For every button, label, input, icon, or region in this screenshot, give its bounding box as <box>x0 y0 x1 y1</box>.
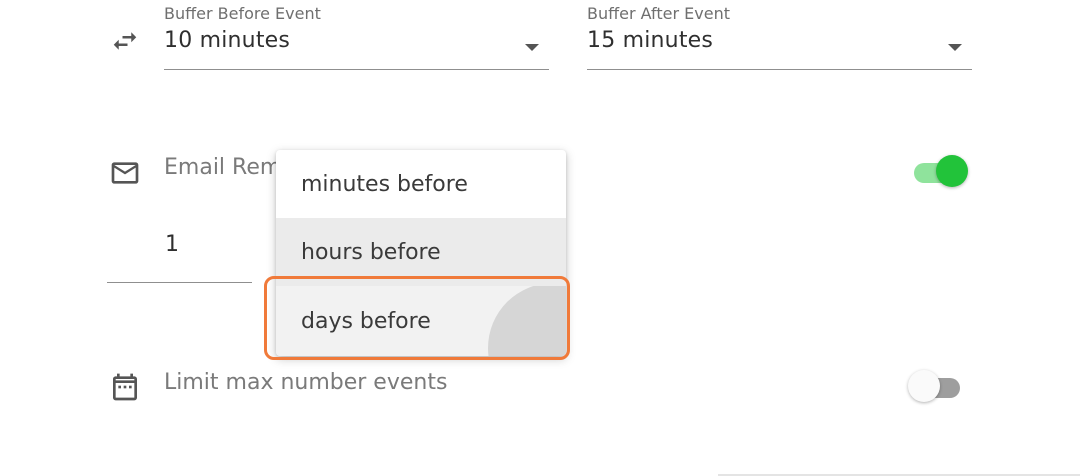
toggle-thumb[interactable] <box>936 155 968 187</box>
mail-icon <box>108 156 142 190</box>
click-ripple <box>488 286 566 356</box>
reminder-amount-value: 1 <box>165 232 179 257</box>
buffer-before-label: Buffer Before Event <box>164 4 321 23</box>
buffer-after-select[interactable]: Buffer After Event 15 minutes <box>587 0 972 72</box>
limit-events-toggle[interactable] <box>906 368 964 404</box>
reminder-amount-field[interactable]: 1 <box>107 222 252 284</box>
toggle-thumb[interactable] <box>908 370 940 402</box>
field-underline <box>587 69 972 70</box>
menu-item-label: days before <box>301 308 431 334</box>
email-reminder-toggle[interactable] <box>910 153 968 189</box>
calendar-icon <box>108 370 142 404</box>
buffer-after-label: Buffer After Event <box>587 4 730 23</box>
reminder-unit-menu: minutes before hours before days before <box>276 150 566 356</box>
event-settings-page: Buffer Before Event 10 minutes Buffer Af… <box>0 0 1080 476</box>
menu-item-days-before[interactable]: days before <box>276 286 566 356</box>
email-reminder-label: Email Rem <box>164 155 282 180</box>
swap-horiz-icon <box>108 24 142 58</box>
field-underline <box>164 69 549 70</box>
buffer-before-value: 10 minutes <box>164 28 291 53</box>
menu-item-hours-before[interactable]: hours before <box>276 218 566 286</box>
chevron-down-icon[interactable] <box>948 44 962 51</box>
buffer-after-value: 15 minutes <box>587 28 714 53</box>
limit-events-label: Limit max number events <box>164 370 448 395</box>
chevron-down-icon[interactable] <box>525 44 539 51</box>
menu-item-minutes-before[interactable]: minutes before <box>276 150 566 218</box>
menu-item-label: minutes before <box>301 171 468 197</box>
field-underline <box>107 282 252 283</box>
menu-item-label: hours before <box>301 239 441 265</box>
buffer-before-select[interactable]: Buffer Before Event 10 minutes <box>164 0 549 72</box>
